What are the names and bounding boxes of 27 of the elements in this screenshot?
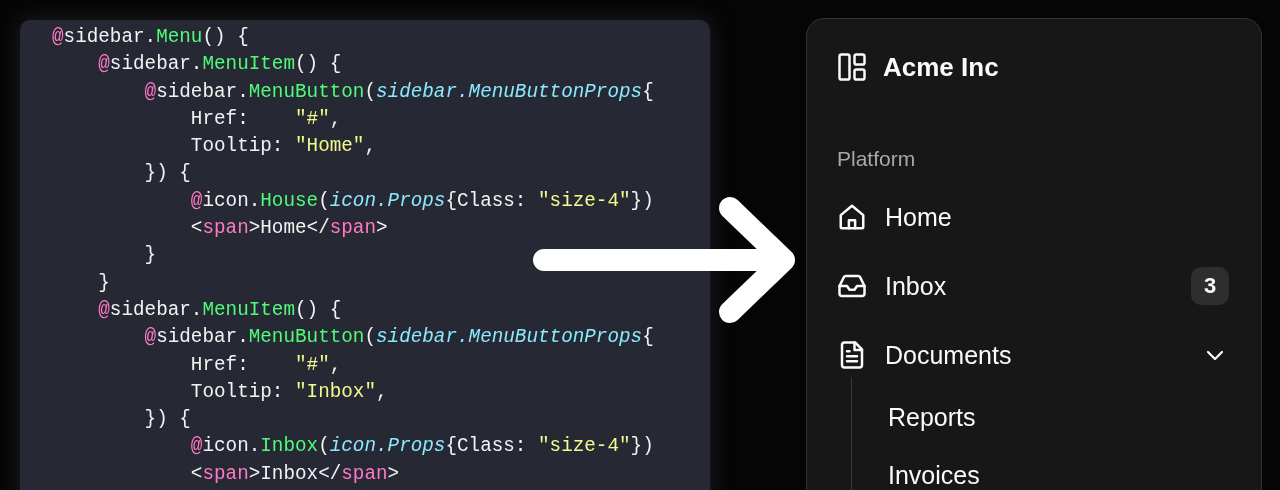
submenu-item[interactable]: Invoices bbox=[888, 455, 980, 490]
code-line: }) { bbox=[143, 407, 191, 433]
code-line: @sidebar.MenuItem() { bbox=[97, 297, 342, 323]
menu-item[interactable]: Documents bbox=[837, 333, 1231, 377]
code-line: <span>Home</span> bbox=[189, 216, 388, 242]
layout-icon bbox=[837, 52, 867, 82]
code-line: @sidebar.MenuButton(sidebar.MenuButtonProps{ bbox=[143, 79, 654, 105]
code-line: } bbox=[97, 270, 110, 296]
code-line: @sidebar.MenuItem() { bbox=[97, 52, 342, 78]
house-icon bbox=[837, 202, 867, 232]
code-line: Tooltip: "Inbox", bbox=[189, 379, 388, 405]
code-line: } bbox=[143, 243, 157, 269]
code-line: Href: "#", bbox=[189, 352, 342, 378]
code-line: @icon.Inbox(icon.Props{Class: "size-4"}) bbox=[189, 434, 654, 460]
code-line: Href: "#", bbox=[189, 106, 342, 132]
code-line: @sidebar.MenuButton(sidebar.MenuButtonProps{ bbox=[143, 325, 654, 351]
submenu-item[interactable]: Reports bbox=[888, 397, 976, 437]
brand-name: Acme Inc bbox=[883, 51, 999, 83]
code-line: <span>Inbox</span> bbox=[189, 461, 400, 487]
menu-item[interactable]: Inbox 3 bbox=[837, 264, 1231, 308]
code-line: Tooltip: "Home", bbox=[189, 134, 376, 160]
menu-item[interactable]: Home bbox=[837, 195, 1231, 239]
count-badge: 3 bbox=[1191, 267, 1229, 305]
code-line: @sidebar.Menu() { bbox=[52, 25, 249, 50]
code-line: }) { bbox=[143, 161, 191, 187]
group-label: Platform bbox=[837, 147, 917, 171]
code-line: @icon.House(icon.Props{Class: "size-4"}) bbox=[189, 188, 654, 214]
